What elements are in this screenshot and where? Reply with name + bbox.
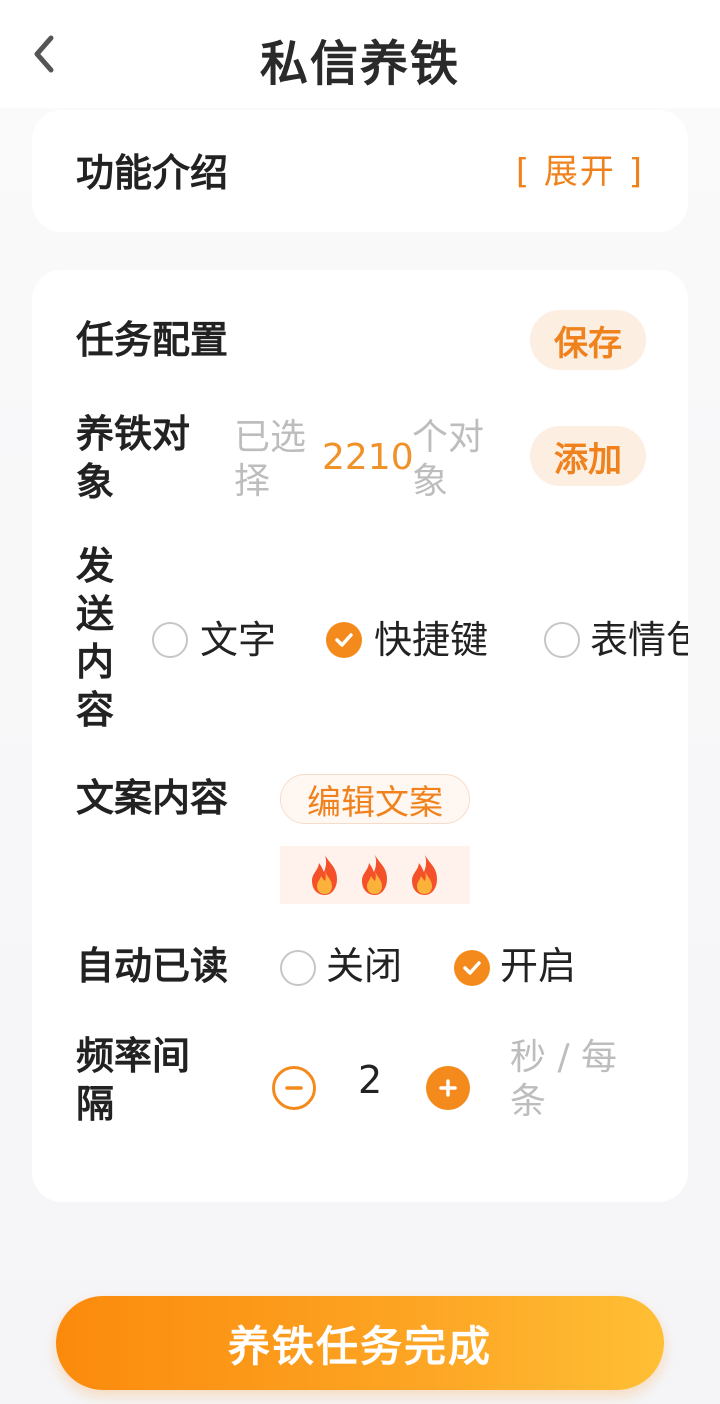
selected-prefix-line1: 已选 (234, 417, 307, 458)
expand-toggle[interactable]: [ 展开 ] (516, 144, 644, 193)
frequency-label: 频率间 隔 (76, 1032, 190, 1128)
increase-button[interactable] (426, 1066, 470, 1110)
send-content-char: 内 (76, 640, 115, 684)
plus-icon (439, 1079, 457, 1097)
auto-read-label: 自动已读 (76, 944, 229, 988)
copy-preview (280, 846, 470, 904)
frequency-value[interactable]: 2 (358, 1058, 382, 1102)
selected-count: 2210 (322, 437, 414, 478)
decrease-button[interactable] (272, 1066, 316, 1110)
top-bar: 私信养铁 (0, 0, 720, 108)
selected-suffix: 个对 象 (412, 416, 484, 504)
send-content-char: 发 (76, 544, 115, 588)
selected-prefix-line2: 择 (234, 461, 271, 502)
task-config-card: 任务配置 保存 养铁对 象 已选 择 2210 个对 象 添加 发 送 内 容 … (32, 270, 688, 1202)
radio-auto-read-off[interactable] (280, 950, 316, 986)
auto-read-off-label[interactable]: 关闭 (326, 942, 402, 990)
save-button[interactable]: 保存 (530, 310, 646, 370)
check-icon (463, 961, 481, 975)
page-title: 私信养铁 (259, 36, 460, 92)
intro-label: 功能介绍 (76, 151, 229, 195)
frequency-unit-line1: 秒 / 每 (510, 1037, 618, 1078)
task-config-title: 任务配置 (76, 318, 229, 362)
target-label-line1: 养铁对 (76, 412, 191, 456)
auto-read-on-label[interactable]: 开启 (500, 942, 576, 990)
radio-text[interactable] (152, 622, 188, 658)
minus-icon (285, 1086, 303, 1090)
fire-icon (362, 855, 387, 895)
send-content-label: 发 送 内 容 (76, 542, 114, 734)
option-shortcut-label[interactable]: 快捷键 (374, 616, 488, 664)
send-content-char: 送 (76, 592, 115, 636)
option-text-label[interactable]: 文字 (200, 616, 276, 664)
screen: 私信养铁 功能介绍 [ 展开 ] 任务配置 保存 养铁对 象 已选 择 2210… (0, 0, 720, 1404)
option-emoji-label[interactable]: 表情包 (590, 616, 688, 664)
radio-emoji[interactable] (544, 622, 580, 658)
add-target-button[interactable]: 添加 (530, 426, 646, 486)
radio-auto-read-on[interactable] (454, 950, 490, 986)
target-label: 养铁对 象 (76, 410, 190, 506)
fire-icon (312, 855, 337, 895)
frequency-label-line1: 频率间 (76, 1034, 191, 1078)
selected-prefix: 已选 择 (234, 416, 306, 504)
intro-card: 功能介绍 [ 展开 ] (32, 110, 688, 232)
complete-task-button[interactable]: 养铁任务完成 (56, 1296, 664, 1390)
target-label-line2: 象 (76, 460, 115, 504)
send-content-char: 容 (76, 688, 115, 732)
radio-shortcut[interactable] (326, 622, 362, 658)
frequency-unit-line2: 条 (510, 1081, 547, 1122)
check-icon (335, 633, 353, 647)
edit-copy-button[interactable]: 编辑文案 (280, 774, 470, 824)
selected-suffix-line1: 个对 (412, 417, 485, 458)
frequency-label-line2: 隔 (76, 1082, 115, 1126)
fire-icon (412, 855, 437, 895)
copy-content-label: 文案内容 (76, 776, 229, 820)
selected-suffix-line2: 象 (412, 461, 449, 502)
frequency-unit: 秒 / 每 条 (510, 1036, 617, 1124)
